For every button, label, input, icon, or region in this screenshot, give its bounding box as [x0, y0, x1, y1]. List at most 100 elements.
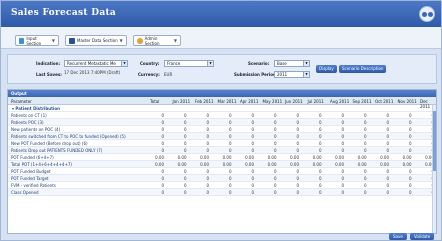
table-cell: 0 — [206, 183, 209, 188]
table-cell: 0.00 — [222, 162, 232, 167]
table-cell: 0 — [273, 134, 277, 139]
input-section-menu[interactable]: Input Section ▼ — [15, 35, 59, 46]
table-row[interactable]: Patients switched from CT to POC to fund… — [8, 133, 436, 140]
table-cell: 0 — [341, 134, 344, 139]
master-data-section-label: Master Data Section — [77, 38, 118, 43]
table-row[interactable]: POT Funded Budget0000000000000 — [8, 168, 436, 175]
table-cell: 0 — [408, 113, 412, 118]
table-cell: 0 — [296, 183, 299, 188]
table-cell: 0.00 — [312, 162, 322, 167]
chevron-down-icon: ▼ — [303, 72, 309, 77]
chevron-down-icon: ▼ — [207, 61, 213, 66]
table-cell: 0 — [206, 141, 209, 146]
row-label: New patients on POC (4) — [11, 127, 61, 132]
master-data-section-menu[interactable]: Master Data Section ▼ — [65, 35, 127, 46]
scenario-description-button[interactable]: Scenario Description — [339, 65, 387, 73]
table-cell: 0.00 — [402, 162, 412, 167]
table-cell: 0 — [228, 148, 232, 153]
table-cell: 0 — [273, 120, 277, 125]
table-cell: 0 — [408, 190, 412, 195]
table-cell: 0 — [363, 113, 367, 118]
column-header: Jun 2011 — [285, 99, 303, 104]
table-cell: 0.00 — [200, 162, 209, 167]
table-row[interactable]: Patients Drop out PATIENTS FUNDED ONLY (… — [8, 147, 436, 154]
table-cell: 0 — [341, 190, 344, 195]
table-cell: 0.00 — [357, 155, 367, 160]
validate-button[interactable]: Validate — [410, 233, 435, 240]
table-cell: 0 — [228, 134, 232, 139]
scrollbar-thumb[interactable] — [433, 111, 436, 171]
table-cell: 0 — [408, 120, 412, 125]
table-cell: 0 — [183, 141, 187, 146]
column-header: Aug 2011 — [330, 99, 350, 104]
indication-value: Recurrent Metastatic Me — [67, 61, 116, 66]
table-cell: 0 — [341, 141, 344, 146]
admin-icon — [137, 37, 143, 44]
input-icon — [19, 37, 25, 44]
scenario-select[interactable]: Base ▼ — [274, 60, 310, 67]
table-row[interactable]: Class Opened0000000000000 — [8, 189, 436, 196]
table-row[interactable]: POT Funded Target0000000000000 — [8, 175, 436, 182]
country-select[interactable]: France ▼ — [164, 60, 214, 67]
row-label: Patients Drop out PATIENTS FUNDED ONLY (… — [11, 148, 103, 153]
table-header: Parameter Total Jan 2011 Feb 2011 Mar 2011 A… — [8, 97, 436, 109]
display-button[interactable]: Display — [316, 65, 337, 73]
table-cell: 0 — [251, 183, 254, 188]
table-cell: 0 — [161, 190, 164, 195]
table-cell: 0 — [228, 120, 232, 125]
column-header: Sep 2011 — [352, 99, 372, 104]
table-cell: 0 — [318, 113, 322, 118]
table-cell: 0 — [318, 176, 322, 181]
table-row[interactable]: New patients on POC (4)0000000000000 — [8, 126, 436, 133]
row-label: Patients on CT (1) — [11, 113, 47, 118]
output-table-body: ▾ Patient Distribution Patients on CT (1… — [8, 105, 436, 196]
table-cell: 0 — [341, 176, 344, 181]
save-button[interactable]: Save — [389, 233, 407, 240]
table-cell: 0 — [228, 176, 232, 181]
table-cell: 0 — [228, 141, 232, 146]
scenario-label: Scenario: — [248, 61, 270, 66]
table-row[interactable]: Patients on CT (1)0000000000000 — [8, 112, 436, 119]
table-cell: 0.00 — [290, 155, 299, 160]
table-row[interactable]: Total POT (1+4+6+4+4+4+7) 0.00 0.00 0.00 0.0… — [8, 161, 436, 168]
table-row[interactable]: POT Funded (6+4+7) 0.00 0.00 0.00 0.00 0.00 0.… — [8, 154, 436, 161]
table-cell: 0 — [408, 141, 412, 146]
submission-period-select[interactable]: 2011 ▼ — [274, 71, 310, 78]
column-header: Feb 2011 — [195, 99, 214, 104]
table-cell: 0 — [296, 113, 299, 118]
table-cell: 0 — [318, 134, 322, 139]
table-cell: 0 — [318, 141, 322, 146]
table-cell: 0 — [161, 169, 164, 174]
admin-section-menu[interactable]: Admin Section ▼ — [133, 35, 181, 46]
output-section-title: Output — [8, 90, 436, 97]
row-label: Patients switched from CT to POC to fund… — [11, 134, 126, 139]
table-row[interactable]: Patients POC (3)0000000000000 — [8, 119, 436, 126]
table-row[interactable]: FVM - verified Patients0000000000000 — [8, 182, 436, 189]
country-value: France — [167, 61, 181, 66]
vertical-scrollbar[interactable] — [432, 105, 436, 233]
table-cell: 0 — [363, 148, 367, 153]
table-cell: 0.00 — [155, 155, 164, 160]
table-cell: 0 — [296, 176, 299, 181]
table-cell: 0 — [386, 113, 389, 118]
table-cell: 0 — [386, 134, 389, 139]
table-cell: 0.00 — [290, 162, 299, 167]
section-toolbar: Input Section ▼ Master Data Section ▼ Ad… — [1, 27, 441, 49]
indication-select[interactable]: Recurrent Metastatic Me ▼ — [64, 60, 128, 67]
table-cell: 0.00 — [177, 162, 187, 167]
table-cell: 0 — [408, 169, 412, 174]
table-cell: 0 — [206, 176, 209, 181]
section-row-patient-distribution[interactable]: ▾ Patient Distribution — [8, 105, 436, 112]
table-row[interactable]: New POT Funded (Before drop out) (6) 0 0 0 0… — [8, 140, 436, 147]
table-cell: 0 — [296, 141, 299, 146]
row-label: POT Funded Target — [11, 176, 49, 181]
column-header: Jan 2011 — [172, 99, 191, 104]
table-cell: 0 — [161, 134, 164, 139]
table-cell: 0 — [161, 113, 164, 118]
table-cell: 0 — [251, 148, 254, 153]
table-cell: 0 — [273, 176, 277, 181]
column-header: Total — [150, 99, 160, 104]
table-cell: 0 — [183, 134, 187, 139]
table-cell: 0 — [363, 120, 367, 125]
currency-value: EUR — [164, 72, 173, 77]
